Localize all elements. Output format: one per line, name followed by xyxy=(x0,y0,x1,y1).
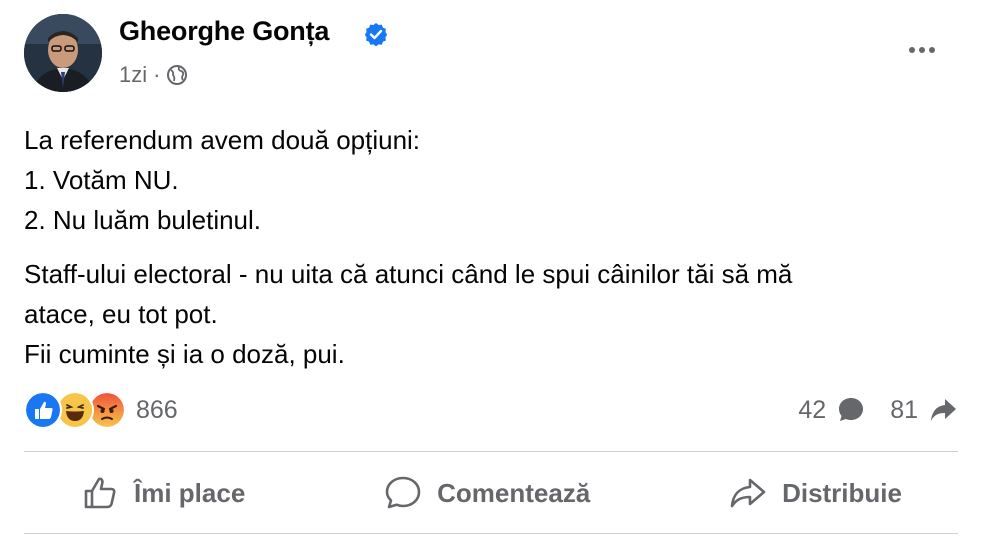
divider xyxy=(24,533,958,534)
like-button-label: Îmi place xyxy=(134,477,246,508)
post-paragraph: Staff-ului electoral - nu uita că atunci… xyxy=(24,254,964,374)
post-stats: 42 81 xyxy=(798,390,958,430)
comment-button[interactable]: Comentează xyxy=(327,467,646,519)
post-line: Fii cuminte și ia o doză, pui. xyxy=(24,339,345,369)
post-line: 1. Votăm NU. xyxy=(24,165,179,195)
more-dot-icon xyxy=(929,47,935,53)
author-avatar[interactable] xyxy=(24,14,102,92)
reaction-count: 866 xyxy=(136,395,178,424)
more-dot-icon xyxy=(909,47,915,53)
globe-icon[interactable] xyxy=(166,64,188,86)
avatar-photo xyxy=(24,14,102,92)
divider xyxy=(24,451,958,452)
post-actions-bar: Îmi place Comentează Distribuie xyxy=(24,462,958,524)
author-name[interactable]: Gheorghe Gonța xyxy=(119,16,329,47)
post-timestamp[interactable]: 1zi xyxy=(119,62,147,88)
post-text: La referendum avem două opțiuni: 1. Votă… xyxy=(24,120,964,388)
comment-button-label: Comentează xyxy=(437,477,591,508)
comment-icon xyxy=(385,476,421,509)
more-dot-icon xyxy=(919,47,925,53)
post-line: Staff-ului electoral - nu uita că atunci… xyxy=(24,259,793,289)
share-icon xyxy=(730,478,766,508)
comment-bubble-icon[interactable] xyxy=(836,395,866,425)
thumbs-up-icon xyxy=(84,477,116,509)
share-count[interactable]: 81 xyxy=(890,396,918,425)
verified-badge-icon xyxy=(364,23,388,46)
comment-count[interactable]: 42 xyxy=(798,396,826,425)
post-line: 2. Nu luăm buletinul. xyxy=(24,205,262,235)
post-meta: 1zi · xyxy=(119,62,188,88)
share-button-label: Distribuie xyxy=(782,477,902,508)
like-button[interactable]: Îmi place xyxy=(24,467,301,519)
share-arrow-icon[interactable] xyxy=(928,395,958,425)
post-line: atace, eu tot pot. xyxy=(24,299,218,329)
meta-separator: · xyxy=(153,62,161,87)
more-options-button[interactable] xyxy=(904,38,940,62)
share-button[interactable]: Distribuie xyxy=(672,467,958,519)
reactions-summary[interactable]: 866 xyxy=(24,390,178,430)
like-icon xyxy=(24,391,62,429)
post-line: La referendum avem două opțiuni: xyxy=(24,125,421,155)
post-paragraph: La referendum avem două opțiuni: 1. Votă… xyxy=(24,120,964,240)
